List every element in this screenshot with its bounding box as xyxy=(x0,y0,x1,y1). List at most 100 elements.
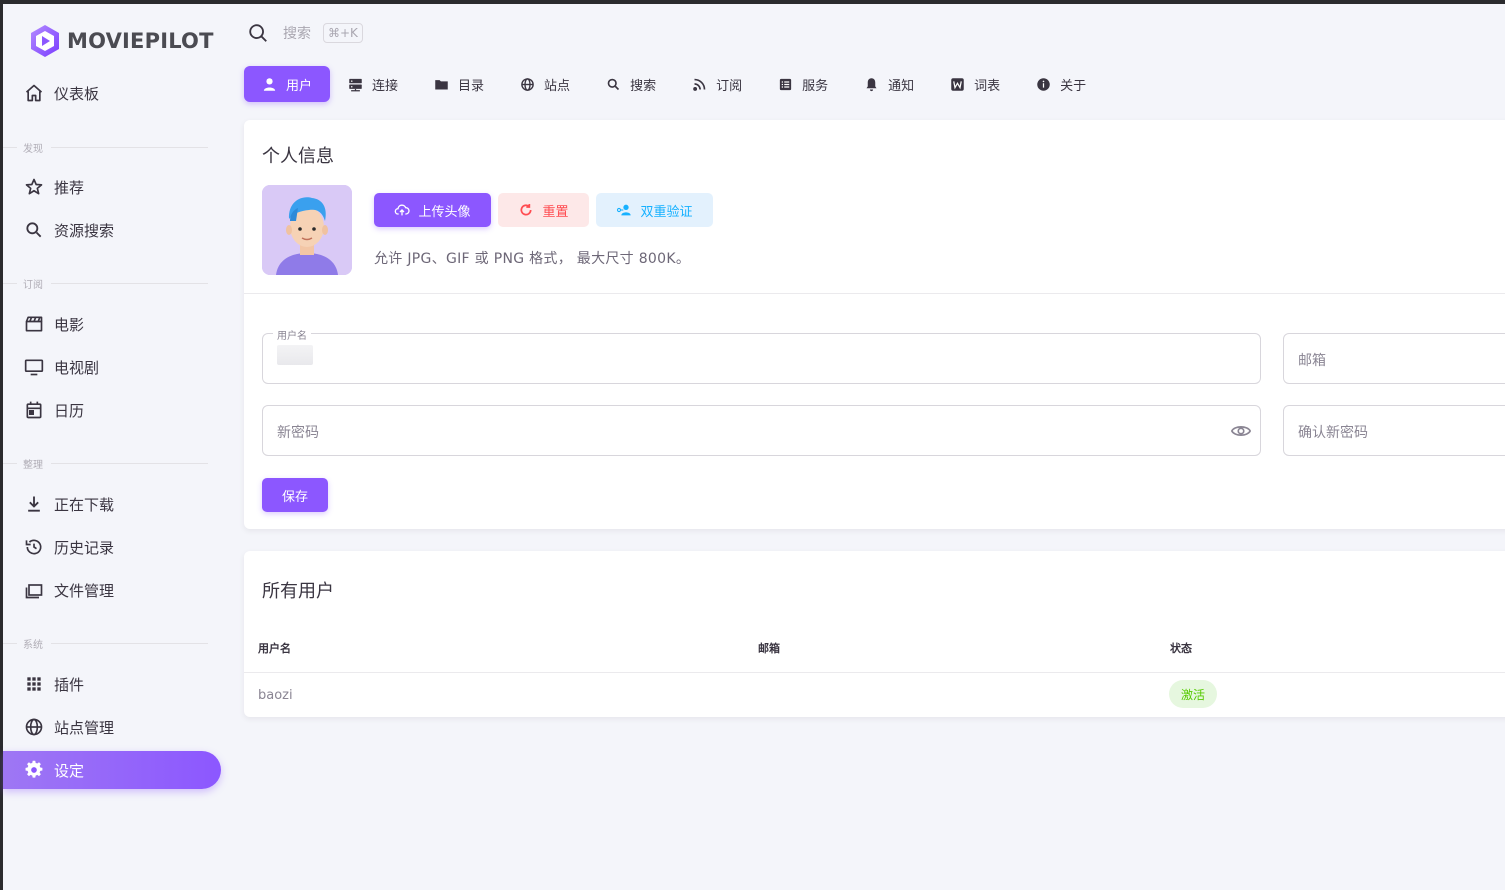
section-organize: 整理 xyxy=(3,457,208,471)
sidebar-item-label: 历史记录 xyxy=(54,538,115,557)
tab-about[interactable]: 关于 xyxy=(1018,66,1104,102)
sidebar-item-downloading[interactable]: 正在下载 xyxy=(3,485,221,523)
tab-user[interactable]: 用户 xyxy=(244,66,331,102)
clapperboard-icon xyxy=(23,313,45,335)
profile-card: 个人信息 上传头像 重置 双重验证 允许 JPG、GIF 或 PNG 格式， 最… xyxy=(244,120,1505,529)
search-shortcut: ⌘+K xyxy=(323,23,363,43)
reset-avatar-button[interactable]: 重置 xyxy=(498,193,589,227)
new-password-placeholder: 新密码 xyxy=(277,425,319,441)
search-icon xyxy=(607,78,620,90)
sidebar-item-history[interactable]: 历史记录 xyxy=(3,528,221,566)
sidebar: MOVIEPILOT 仪表板 发现 推荐 资源搜索 订阅 电影 电视剧 日历 整… xyxy=(3,4,235,890)
avatar-format-hint: 允许 JPG、GIF 或 PNG 格式， 最大尺寸 800K。 xyxy=(374,251,691,267)
home-icon xyxy=(23,82,45,104)
sidebar-item-label: 电视剧 xyxy=(54,358,100,377)
brand[interactable]: MOVIEPILOT xyxy=(27,22,214,60)
star-icon xyxy=(23,176,45,198)
username-field[interactable]: 用户名 xyxy=(262,327,1261,384)
tab-site[interactable]: 站点 xyxy=(502,66,588,102)
gear-icon xyxy=(23,759,45,781)
user-row-username[interactable]: baozi xyxy=(258,688,293,703)
sidebar-item-tv[interactable]: 电视剧 xyxy=(3,348,221,386)
search-icon xyxy=(23,219,45,241)
sidebar-item-file-manager[interactable]: 文件管理 xyxy=(3,571,221,609)
divider xyxy=(244,293,1505,294)
sidebar-item-label: 正在下载 xyxy=(54,495,115,514)
tab-words[interactable]: 词表 xyxy=(932,66,1018,102)
user-icon xyxy=(263,77,276,91)
column-header-username[interactable]: 用户名 xyxy=(258,640,291,656)
search-icon xyxy=(249,24,267,42)
sidebar-item-movie[interactable]: 电影 xyxy=(3,305,221,343)
globe-icon xyxy=(23,716,45,738)
email-field[interactable]: 邮箱 xyxy=(1283,333,1505,384)
status-badge: 激活 xyxy=(1169,680,1218,708)
tab-connect[interactable]: 连接 xyxy=(330,66,416,102)
upload-avatar-button[interactable]: 上传头像 xyxy=(374,193,491,227)
globe-icon xyxy=(521,77,534,91)
sidebar-item-label: 插件 xyxy=(54,675,85,694)
confirm-password-placeholder: 确认新密码 xyxy=(1298,425,1368,441)
search-placeholder: 搜索 xyxy=(283,26,311,42)
new-password-field[interactable]: 新密码 xyxy=(262,405,1261,456)
avatar xyxy=(262,185,352,275)
settings-tabs: 用户 连接 目录 站点 搜索 订阅 服务 通知 词表 关于 xyxy=(244,66,1104,102)
sidebar-item-label: 仪表板 xyxy=(54,84,100,103)
monitor-icon xyxy=(23,356,45,378)
section-system: 系统 xyxy=(3,637,208,651)
sidebar-item-site-manager[interactable]: 站点管理 xyxy=(3,708,221,746)
list-box-icon xyxy=(779,78,792,90)
username-label: 用户名 xyxy=(273,327,311,342)
moviepilot-logo-icon xyxy=(31,25,59,57)
sidebar-item-label: 设定 xyxy=(54,761,85,780)
eye-icon[interactable] xyxy=(1230,420,1252,442)
refresh-icon xyxy=(520,204,533,216)
users-card: 所有用户 用户名 邮箱 状态 baozi 激活 xyxy=(244,551,1505,717)
sidebar-item-recommend[interactable]: 推荐 xyxy=(3,168,221,206)
two-factor-button[interactable]: 双重验证 xyxy=(596,193,713,227)
sidebar-item-label: 文件管理 xyxy=(54,581,115,600)
column-header-email[interactable]: 邮箱 xyxy=(758,640,780,656)
section-discover: 发现 xyxy=(3,141,208,155)
calendar-icon xyxy=(23,399,45,421)
sidebar-item-resource-search[interactable]: 资源搜索 xyxy=(3,211,221,249)
sidebar-item-plugins[interactable]: 插件 xyxy=(3,665,221,703)
user-key-icon xyxy=(617,204,632,216)
brand-name: MOVIEPILOT xyxy=(67,29,214,53)
server-icon xyxy=(349,78,362,91)
column-header-status[interactable]: 状态 xyxy=(1170,640,1192,656)
cloud-upload-icon xyxy=(395,204,411,216)
sidebar-item-label: 推荐 xyxy=(54,178,85,197)
users-title: 所有用户 xyxy=(262,581,334,602)
section-subscribe: 订阅 xyxy=(3,277,208,291)
tab-subscribe[interactable]: 订阅 xyxy=(674,66,760,102)
confirm-password-field[interactable]: 确认新密码 xyxy=(1283,405,1505,456)
folder-stack-icon xyxy=(23,579,45,601)
rss-icon xyxy=(693,78,706,91)
history-icon xyxy=(23,536,45,558)
sidebar-item-settings[interactable]: 设定 xyxy=(3,751,221,789)
sidebar-item-label: 日历 xyxy=(54,401,85,420)
download-icon xyxy=(23,493,45,515)
tab-search[interactable]: 搜索 xyxy=(588,66,674,102)
username-value-redacted xyxy=(277,345,313,365)
grid-icon xyxy=(23,673,45,695)
avatar-illustration-icon xyxy=(262,185,352,275)
email-placeholder: 邮箱 xyxy=(1298,353,1326,369)
sidebar-item-label: 电影 xyxy=(54,315,85,334)
info-icon xyxy=(1037,77,1050,91)
profile-title: 个人信息 xyxy=(262,146,334,167)
table-header-divider xyxy=(244,672,1505,673)
sidebar-item-label: 站点管理 xyxy=(54,718,115,737)
save-button[interactable]: 保存 xyxy=(262,478,328,512)
sidebar-item-calendar[interactable]: 日历 xyxy=(3,391,221,429)
sidebar-item-label: 资源搜索 xyxy=(54,221,115,240)
tab-notify[interactable]: 通知 xyxy=(846,66,932,102)
word-icon xyxy=(951,77,964,91)
global-search[interactable]: 搜索 ⌘+K xyxy=(247,22,363,44)
sidebar-item-dashboard[interactable]: 仪表板 xyxy=(3,74,221,112)
tab-directory[interactable]: 目录 xyxy=(416,66,502,102)
folder-icon xyxy=(435,79,448,89)
tab-service[interactable]: 服务 xyxy=(760,66,846,102)
bell-icon xyxy=(866,77,877,91)
